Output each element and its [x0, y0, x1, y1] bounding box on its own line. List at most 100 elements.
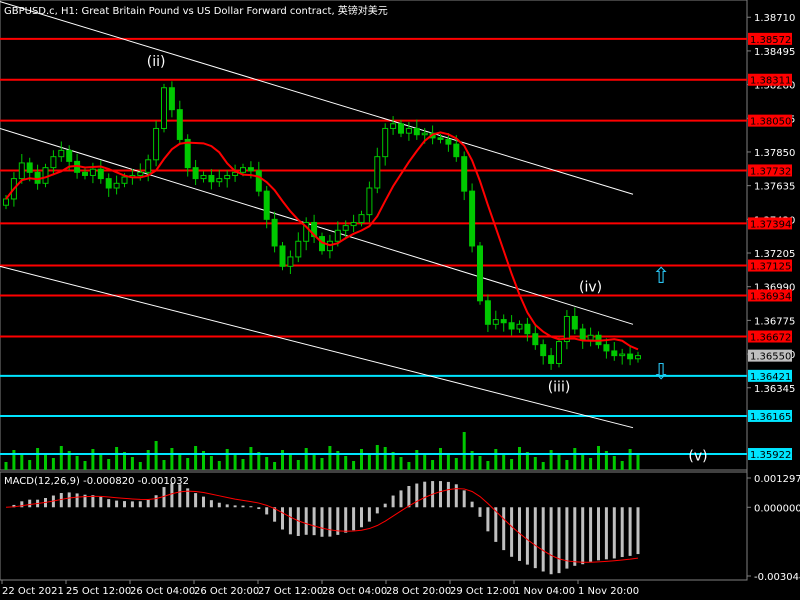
candle-body [58, 149, 65, 158]
candle-body [635, 355, 641, 360]
candle-body [113, 182, 120, 189]
price-tick-label: 1.38495 [754, 47, 795, 58]
candle-body [18, 162, 25, 180]
candle-body [532, 333, 539, 346]
candle-body [358, 214, 365, 223]
time-tick-label: 28 Oct 20:00 [386, 586, 451, 597]
price-tick-label: 1.37205 [754, 249, 795, 260]
channel-trendline[interactable] [0, 265, 634, 429]
candle-body [437, 137, 444, 140]
candle-body [271, 218, 278, 247]
price-tick-label: 1.38710 [754, 13, 795, 24]
candle-body [192, 167, 199, 180]
macd-pane [0, 471, 748, 581]
macd-title: MACD(12,26,9) -0.000820 -0.001032 [4, 476, 189, 487]
candle-body [611, 350, 618, 357]
macd-tick-label: 0.000000 [754, 503, 800, 514]
down-arrow-icon: ⇩ [652, 360, 671, 385]
candle-body [469, 190, 476, 247]
candle-body [82, 171, 88, 176]
candle-body [484, 300, 491, 325]
candle-body [366, 187, 373, 216]
candle-body [500, 319, 507, 324]
candle-body [255, 170, 262, 192]
candle-body [42, 167, 49, 184]
candle-body [240, 167, 246, 173]
level-label: 1.36165 [750, 412, 791, 423]
candle-body [350, 221, 357, 227]
candle-body [627, 353, 634, 360]
candle-body [295, 240, 302, 258]
price-tick-label: 1.36775 [754, 316, 795, 327]
wave-label: (v) [688, 448, 707, 464]
time-tick-label: 26 Oct 20:00 [194, 586, 259, 597]
price-tick-label: 1.37850 [754, 148, 795, 159]
candle-body [421, 132, 428, 136]
candle-body [97, 168, 104, 180]
candle-body [524, 323, 531, 335]
candle-body [168, 87, 175, 111]
candle-body [26, 162, 33, 173]
price-tick-label: 1.37635 [754, 182, 795, 193]
candle-body [508, 322, 515, 330]
time-tick-label: 26 Oct 04:00 [130, 586, 195, 597]
time-tick-label: 1 Nov 04:00 [514, 586, 575, 597]
chart-title: GBPUSD.c, H1: Great Britain Pound vs US … [4, 6, 388, 17]
price-chart[interactable]: (ii)(iii)(iv)(v) 1.387101.384951.382801.… [0, 0, 800, 600]
level-label: 1.38572 [750, 35, 791, 46]
level-label: 1.35922 [750, 450, 791, 461]
candle-body [548, 355, 555, 364]
candle-body [145, 159, 152, 173]
candle-body [342, 225, 349, 231]
candle-body [287, 256, 294, 267]
macd-tick-label: 0.001297 [754, 474, 800, 485]
level-label: 1.36934 [750, 291, 791, 302]
candle-body [571, 315, 578, 330]
candle-body [247, 167, 254, 172]
time-tick-label: 25 Oct 12:00 [66, 586, 131, 597]
wave-label: (ii) [147, 54, 166, 70]
candle-body [137, 171, 144, 176]
time-tick-label: 28 Oct 04:00 [322, 586, 387, 597]
level-label: 1.38311 [750, 76, 791, 87]
candle-body [208, 174, 215, 183]
level-label: 1.37125 [750, 262, 791, 273]
level-label: 1.37394 [750, 219, 791, 230]
candle-body [161, 87, 167, 129]
time-tick-label: 22 Oct 2021 [2, 586, 64, 597]
candle-body [50, 156, 57, 169]
main-pane [0, 0, 748, 471]
current-price-label: 1.36550 [750, 352, 791, 363]
candle-body [579, 328, 586, 341]
candle-body [453, 143, 460, 158]
candle-body [263, 190, 270, 220]
level-label: 1.38050 [750, 117, 791, 128]
candle-body [200, 174, 207, 180]
candle-body [216, 178, 223, 183]
level-label: 1.36421 [750, 372, 791, 383]
candle-body [176, 109, 183, 140]
candle-body [492, 319, 499, 325]
candle-body [556, 341, 562, 364]
candle-body [279, 245, 286, 267]
candle-body [405, 127, 412, 134]
candle-body [334, 229, 341, 242]
candle-body [66, 149, 73, 162]
candle-body [374, 156, 381, 189]
wave-label: (iii) [548, 380, 571, 396]
candle-body [413, 127, 420, 136]
price-tick-label: 1.36345 [754, 384, 795, 395]
candle-body [105, 178, 112, 189]
candle-body [3, 198, 9, 206]
candle-body [516, 323, 523, 330]
candle-body [153, 127, 160, 161]
candle-body [540, 344, 547, 357]
macd-tick-label: -0.003044 [754, 572, 800, 583]
level-label: 1.37732 [750, 166, 791, 177]
level-label: 1.36672 [750, 333, 791, 344]
wave-label: (iv) [579, 279, 602, 295]
candle-body [390, 123, 397, 129]
candle-body [382, 127, 389, 158]
channel-trendline[interactable] [0, 1, 634, 195]
candle-body [121, 176, 128, 184]
